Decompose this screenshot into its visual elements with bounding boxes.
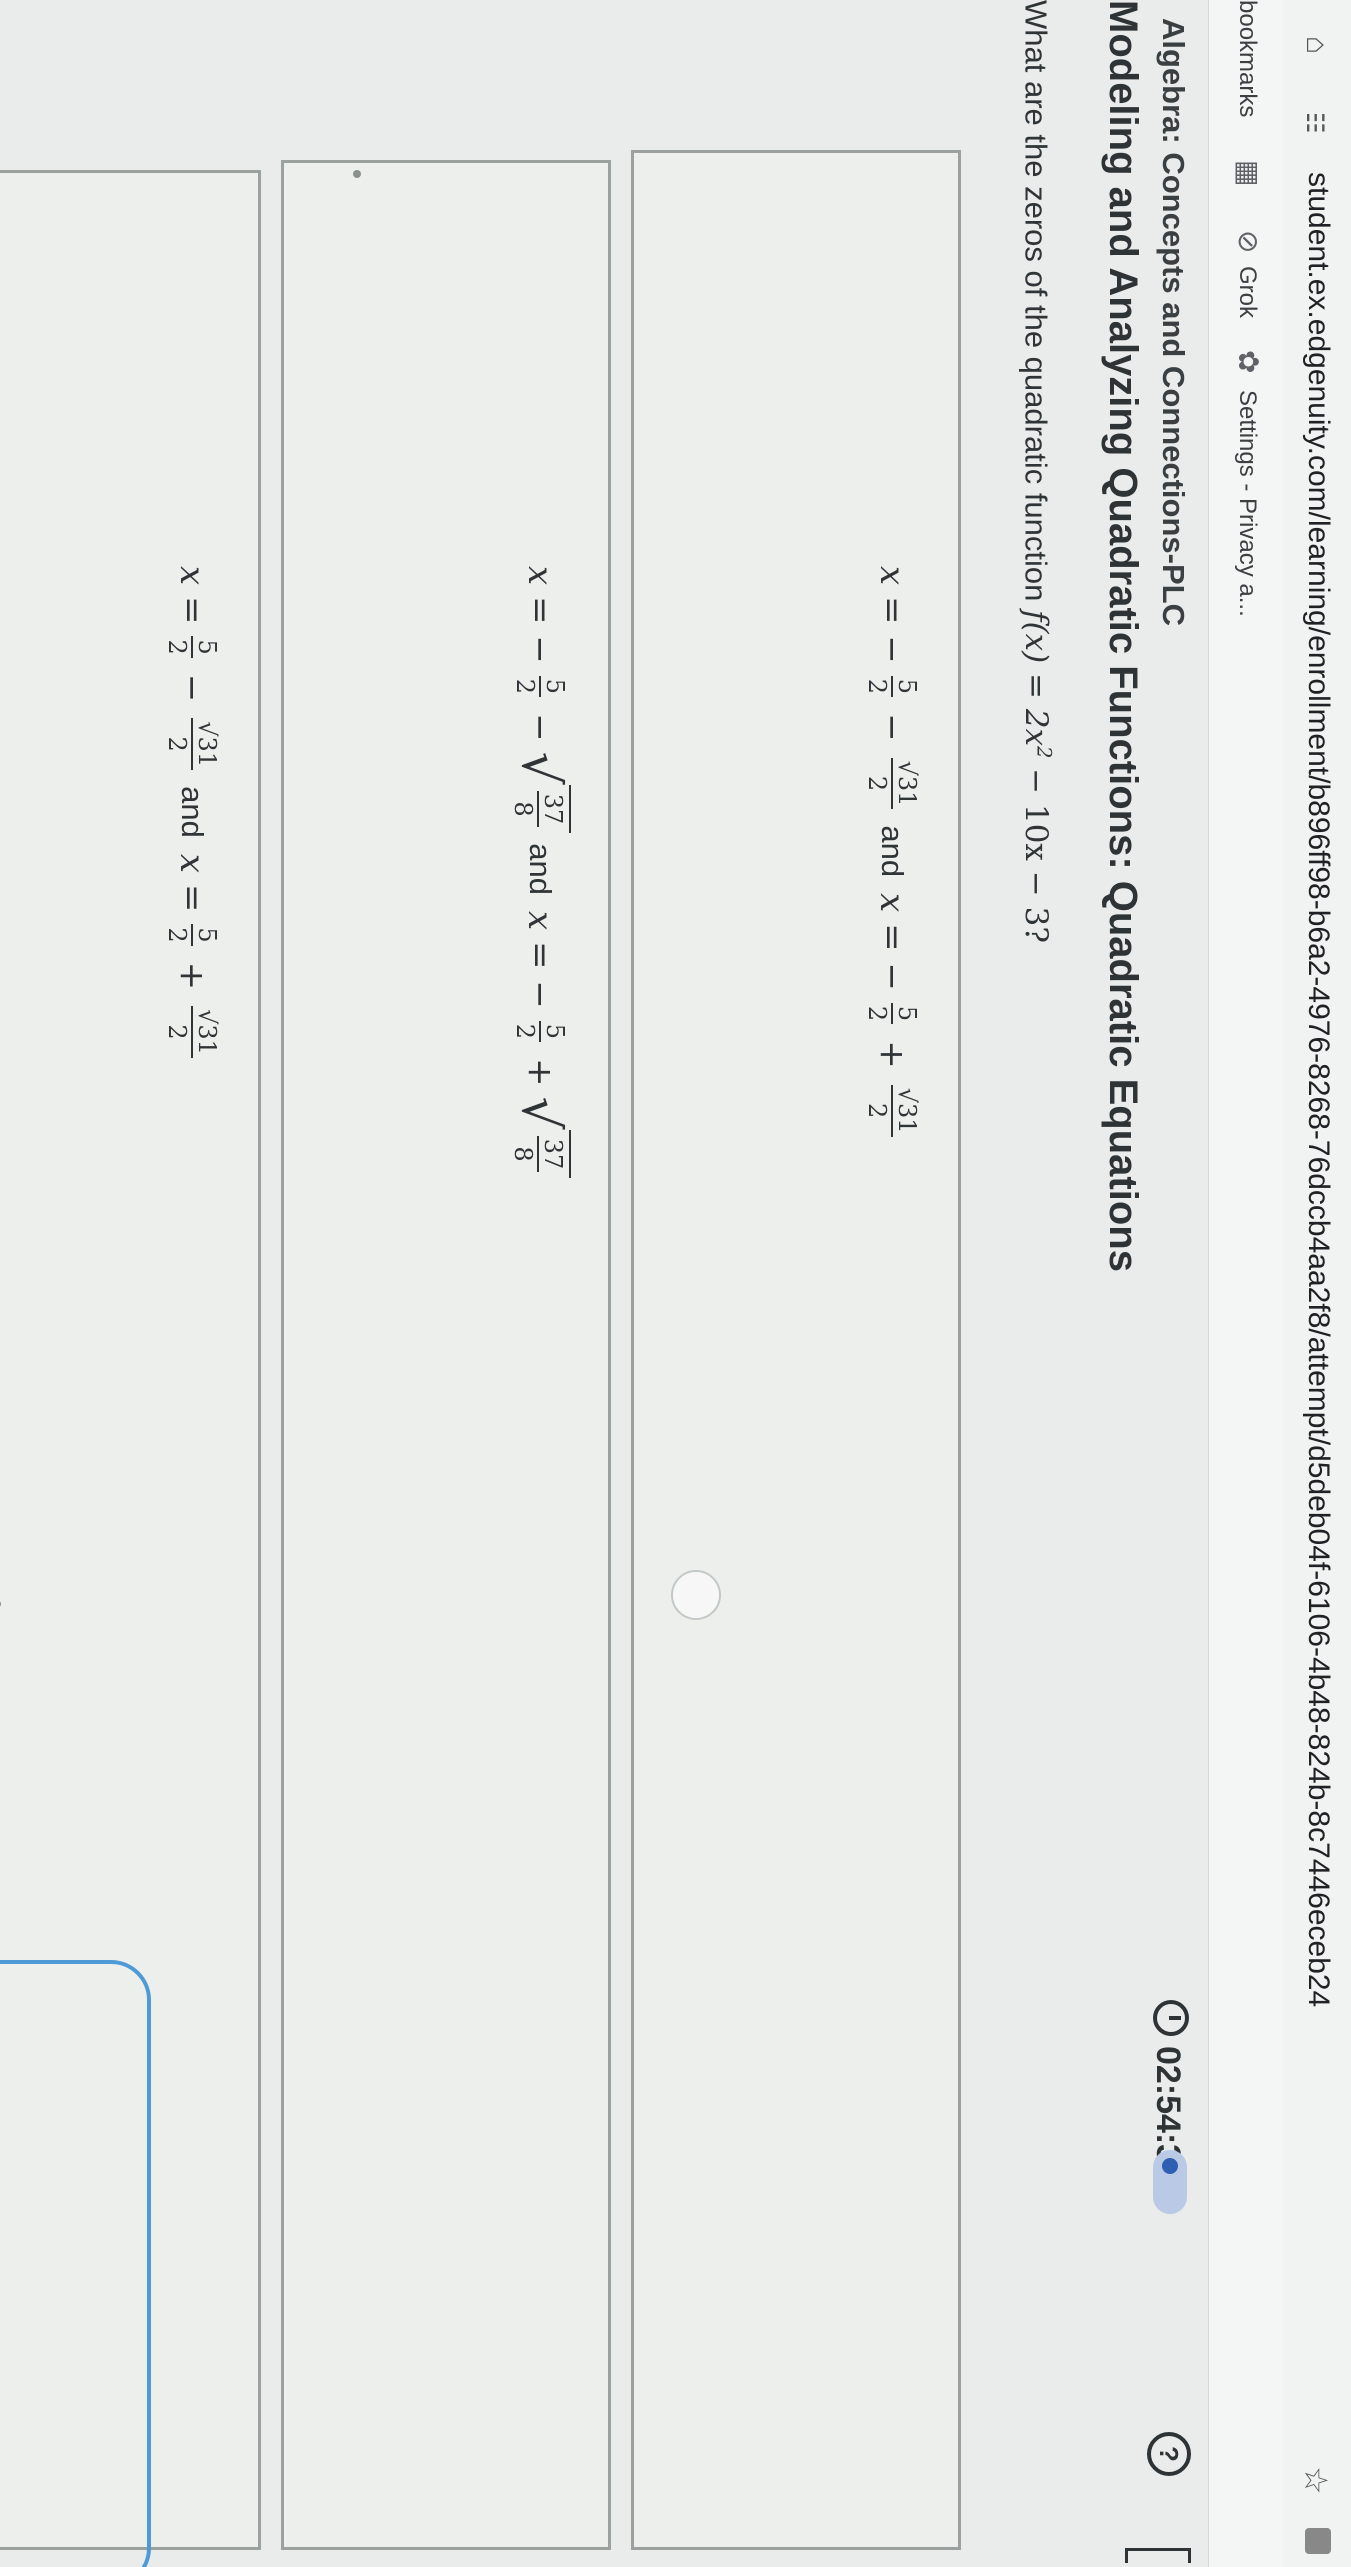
bookmark-star-icon[interactable]: ☆ [1297, 2466, 1335, 2495]
bookmark-all[interactable]: bookmarks [1233, 0, 1261, 117]
stray-dot [353, 170, 361, 178]
help-icon[interactable]: ? [1147, 2432, 1191, 2476]
sqrt-symbol: √ 37 8 [509, 752, 571, 834]
address-bar: ⌂ ☷ student.ex.edgenuity.com/learning/en… [1282, 0, 1351, 2567]
scroll-handle[interactable] [0, 1960, 151, 2567]
option-a-expression: x = − 52 − √31 2 and x = − 52 + √31 2 [863, 560, 921, 1143]
lesson-title: Modeling and Analyzing Quadratic Functio… [1101, 0, 1145, 1272]
question-prompt: What are the zeros of the quadratic func… [1018, 0, 1054, 602]
timer-toggle[interactable] [1153, 2150, 1187, 2214]
extension-icon[interactable] [1305, 2528, 1331, 2554]
url-text[interactable]: student.ex.edgenuity.com/learning/enroll… [1301, 172, 1335, 2007]
clock-icon [1153, 2000, 1189, 2036]
answer-option-a[interactable] [631, 150, 961, 2550]
apps-grid-icon[interactable]: ▦ [1232, 160, 1265, 186]
gear-icon: ✿ [1233, 350, 1264, 374]
bookmark-grok[interactable]: Grok [1233, 266, 1261, 318]
bookmark-settings[interactable]: Settings - Privacy a... [1233, 390, 1261, 617]
option-a-radio[interactable] [671, 1570, 721, 1620]
option-b-expression: x = − 52 − √ 37 8 and x = − 52 + √ 37 8 [509, 560, 571, 1179]
question-function: f(x) = 2x2 − 10x − 3? [1017, 610, 1055, 943]
answer-option-b[interactable] [281, 160, 611, 2550]
bookmarks-bar: bookmarks ▦ ⊘ Grok ✿ Settings - Privacy … [1208, 0, 1283, 2567]
home-icon[interactable]: ⌂ [1299, 36, 1333, 54]
sqrt-symbol: √ 37 8 [509, 1097, 571, 1179]
course-title: Algebra: Concepts and Connections-PLC [1156, 18, 1191, 626]
question-text: What are the zeros of the quadratic func… [1018, 0, 1055, 943]
grok-icon: ⊘ [1233, 230, 1264, 254]
site-info-icon[interactable]: ☷ [1300, 112, 1329, 134]
option-c-expression: x = 52 − √31 2 and x = 52 + √31 2 [163, 560, 221, 1064]
rotated-screen: ⌂ ☷ student.ex.edgenuity.com/learning/en… [0, 0, 1351, 2567]
panel-edge [1125, 2548, 1191, 2563]
